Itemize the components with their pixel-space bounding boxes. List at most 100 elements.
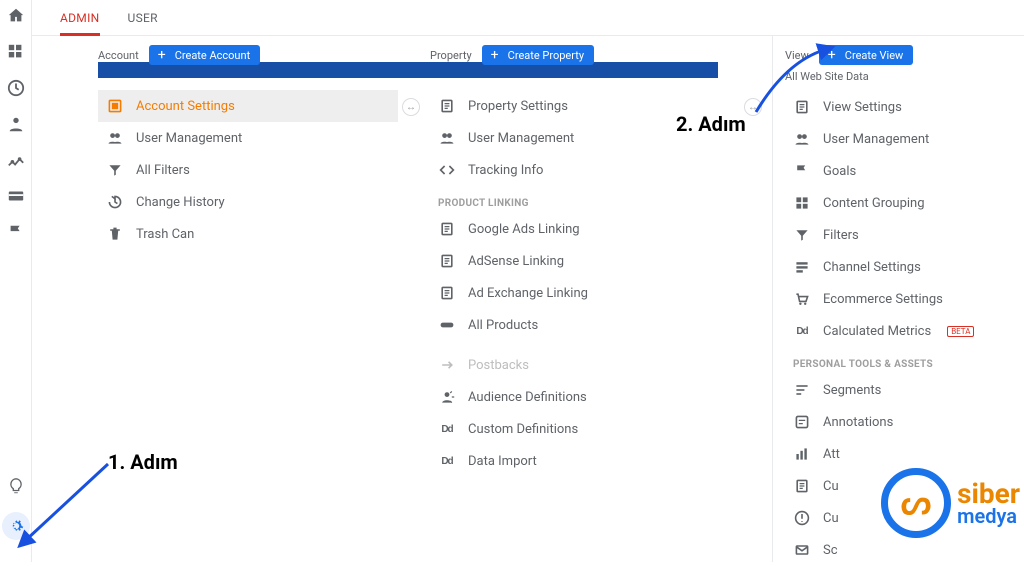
item-label: Audience Definitions bbox=[468, 390, 587, 405]
property-label: Property bbox=[430, 49, 472, 62]
move-view-button[interactable]: ↔ bbox=[744, 98, 762, 116]
item-label: User Management bbox=[823, 132, 929, 147]
list-item[interactable]: DdData Import bbox=[430, 445, 730, 477]
dashboard-icon[interactable] bbox=[6, 42, 26, 62]
create-account-button[interactable]: +Create Account bbox=[149, 45, 260, 65]
item-label: Channel Settings bbox=[823, 260, 921, 275]
realtime-icon[interactable] bbox=[6, 78, 26, 98]
account-label: Account bbox=[98, 49, 139, 62]
people-icon bbox=[793, 131, 811, 147]
list-item[interactable]: User Management bbox=[785, 123, 1024, 155]
list-item[interactable]: Content Grouping bbox=[785, 187, 1024, 219]
linking-list: Google Ads Linking AdSense Linking Ad Exch… bbox=[430, 213, 730, 341]
list-item[interactable]: Filters bbox=[785, 219, 1024, 251]
page-icon bbox=[438, 285, 456, 301]
segments-icon bbox=[793, 382, 811, 398]
list-item[interactable]: Segments bbox=[785, 374, 1024, 406]
postback-icon bbox=[438, 357, 456, 373]
list-item[interactable]: Postbacks bbox=[430, 349, 730, 381]
list-item[interactable]: Att bbox=[785, 438, 1024, 470]
flag-icon bbox=[793, 163, 811, 179]
create-view-button[interactable]: +Create View bbox=[819, 45, 914, 65]
item-label: Content Grouping bbox=[823, 196, 925, 211]
conversions-icon[interactable] bbox=[6, 150, 26, 170]
list-item[interactable]: Ecommerce Settings bbox=[785, 283, 1024, 315]
top-tabs: ADMIN USER bbox=[32, 0, 1024, 36]
list-item[interactable]: Trash Can bbox=[98, 218, 398, 250]
item-label: Property Settings bbox=[468, 99, 568, 114]
account-column: Account +Create Account Account Settings… bbox=[98, 36, 398, 562]
item-label: All Filters bbox=[136, 163, 190, 178]
item-label: Calculated Metrics bbox=[823, 324, 931, 339]
settings-icon bbox=[106, 98, 124, 114]
trash-icon bbox=[106, 226, 124, 242]
list-item[interactable]: DdCustom Definitions bbox=[430, 413, 730, 445]
filter-icon bbox=[106, 162, 124, 178]
audience-icon bbox=[438, 389, 456, 405]
list-item[interactable]: Audience Definitions bbox=[430, 381, 730, 413]
flag-icon[interactable] bbox=[6, 222, 26, 242]
home-icon[interactable] bbox=[6, 6, 26, 26]
item-label: Account Settings bbox=[136, 99, 235, 114]
personal-tools-header: PERSONAL TOOLS & ASSETS bbox=[793, 359, 1024, 370]
behavior-icon[interactable] bbox=[6, 186, 26, 206]
move-property-button[interactable]: ↔ bbox=[402, 98, 420, 116]
item-label: All Products bbox=[468, 318, 538, 333]
list-item[interactable]: Change History bbox=[98, 186, 398, 218]
account-list: Account Settings User Management All Filte… bbox=[98, 90, 398, 250]
item-label: Cu bbox=[823, 479, 839, 494]
property-column: Property +Create Property Property Setti… bbox=[430, 36, 730, 562]
page-icon bbox=[438, 98, 456, 114]
list-item[interactable]: Goals bbox=[785, 155, 1024, 187]
list-item[interactable]: Annotations bbox=[785, 406, 1024, 438]
list-item[interactable]: User Management bbox=[98, 122, 398, 154]
list-item[interactable]: Ad Exchange Linking bbox=[430, 277, 730, 309]
people-icon bbox=[438, 130, 456, 146]
discover-icon[interactable] bbox=[6, 476, 26, 496]
tab-user[interactable]: USER bbox=[128, 0, 158, 36]
side-nav bbox=[0, 0, 32, 562]
item-label: Cu bbox=[823, 511, 839, 526]
item-label: Trash Can bbox=[136, 227, 194, 242]
plus-icon: + bbox=[825, 48, 839, 62]
plus-icon: + bbox=[488, 48, 502, 62]
logo-text-2: medya bbox=[957, 507, 1020, 525]
list-item[interactable]: All Products bbox=[430, 309, 730, 341]
mail-icon bbox=[793, 542, 811, 558]
page-icon bbox=[438, 253, 456, 269]
item-label: Annotations bbox=[823, 415, 893, 430]
bars-icon bbox=[793, 446, 811, 462]
tab-admin[interactable]: ADMIN bbox=[60, 0, 100, 36]
item-label: Segments bbox=[823, 383, 881, 398]
list-item[interactable]: Sc bbox=[785, 534, 1024, 566]
list-item[interactable]: Channel Settings bbox=[785, 251, 1024, 283]
list-item[interactable]: Property Settings bbox=[430, 90, 730, 122]
logo-text-1: siber bbox=[957, 481, 1020, 506]
audience-icon[interactable] bbox=[6, 114, 26, 134]
list-item[interactable]: View Settings bbox=[785, 91, 1024, 123]
beta-badge: BETA bbox=[947, 326, 974, 337]
item-label: Sc bbox=[823, 543, 838, 558]
item-label: Google Ads Linking bbox=[468, 222, 580, 237]
chain-icon bbox=[438, 317, 456, 333]
create-property-button[interactable]: +Create Property bbox=[482, 45, 594, 65]
list-item[interactable]: Account Settings bbox=[98, 90, 398, 122]
plus-icon: + bbox=[155, 48, 169, 62]
item-label: AdSense Linking bbox=[468, 254, 564, 269]
list-item[interactable]: All Filters bbox=[98, 154, 398, 186]
list-item[interactable]: AdSense Linking bbox=[430, 245, 730, 277]
item-label: Data Import bbox=[468, 454, 537, 469]
grid-icon bbox=[793, 195, 811, 211]
alert-icon bbox=[793, 510, 811, 526]
item-label: Att bbox=[823, 447, 840, 462]
page-icon bbox=[793, 99, 811, 115]
list-item[interactable]: Tracking Info bbox=[430, 154, 730, 186]
item-label: Ecommerce Settings bbox=[823, 292, 943, 307]
dd-icon: Dd bbox=[438, 424, 456, 435]
list-item[interactable]: DdCalculated MetricsBETA bbox=[785, 315, 1024, 347]
item-label: Tracking Info bbox=[468, 163, 543, 178]
list-item[interactable]: User Management bbox=[430, 122, 730, 154]
list-item[interactable]: Google Ads Linking bbox=[430, 213, 730, 245]
admin-gear-icon[interactable] bbox=[2, 512, 30, 540]
property-list: Property Settings User Management Tracking… bbox=[430, 90, 730, 186]
